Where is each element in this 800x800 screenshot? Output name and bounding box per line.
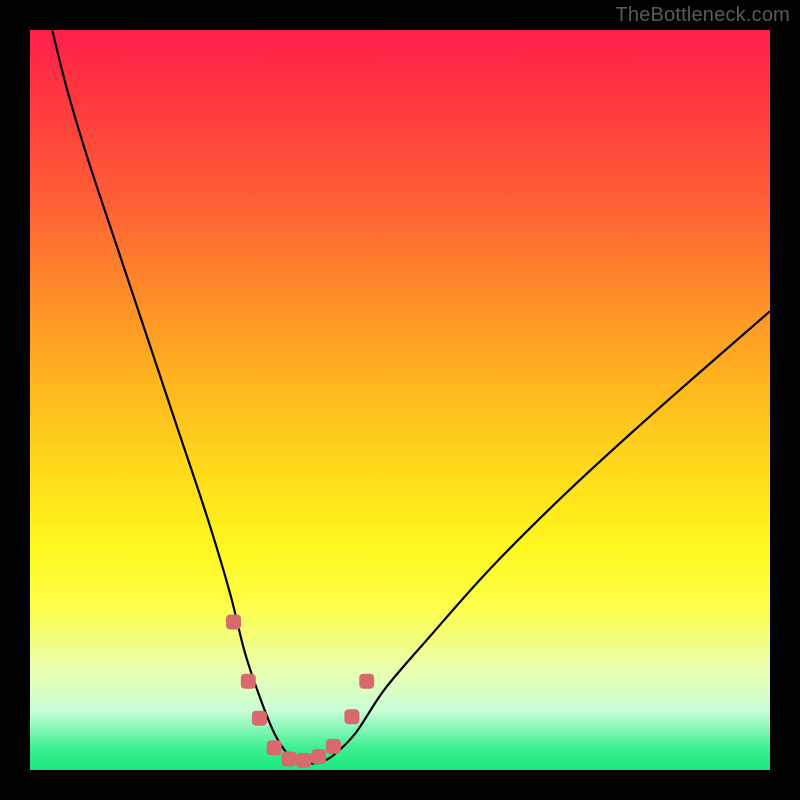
chart-frame: TheBottleneck.com [0,0,800,800]
watermark-text: TheBottleneck.com [615,4,790,27]
marker-point [226,615,241,630]
marker-point [311,749,326,764]
marker-point [296,753,311,768]
marker-point [326,739,341,754]
marker-point [241,674,256,689]
bottleneck-curve [52,30,770,764]
marker-point [267,740,282,755]
marker-point [359,674,374,689]
marker-point [344,709,359,724]
marker-group [226,615,374,768]
marker-point [282,751,297,766]
curve-svg [30,30,770,770]
plot-area [30,30,770,770]
marker-point [252,711,267,726]
